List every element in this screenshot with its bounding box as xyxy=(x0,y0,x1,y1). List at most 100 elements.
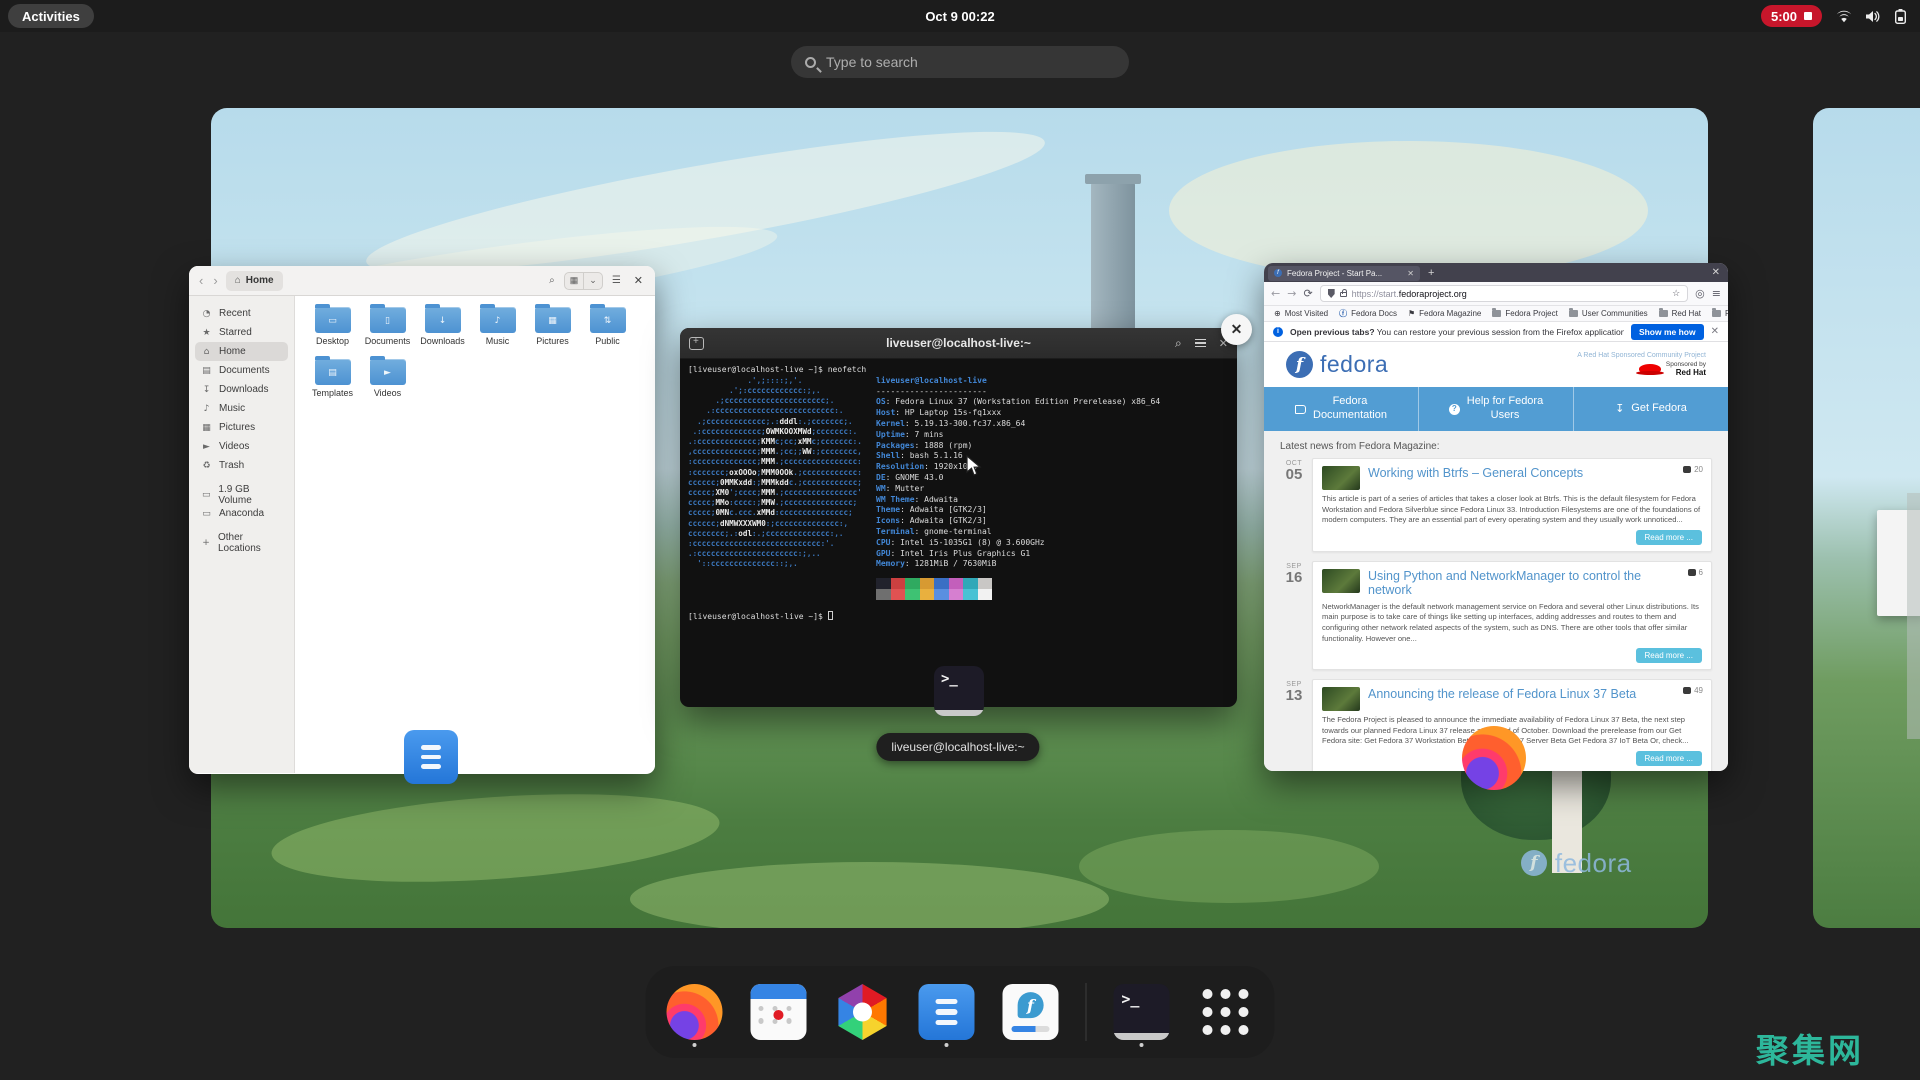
folder-item-templates[interactable]: ▤ Templates xyxy=(305,356,360,406)
firefox-window-close-icon[interactable]: ✕ xyxy=(1712,267,1724,278)
files-close-icon[interactable]: ✕ xyxy=(630,274,647,287)
site-nav-label: Get Fedora xyxy=(1631,402,1687,415)
prompt-glyph: >_ xyxy=(1121,989,1140,1008)
terminal-menu-icon[interactable] xyxy=(1194,338,1206,348)
dock-item-software[interactable] xyxy=(834,975,892,1049)
tab-close-icon[interactable]: ✕ xyxy=(1407,269,1414,278)
adjacent-workspace-thumbnail[interactable] xyxy=(1813,108,1920,928)
sidebar-item-videos[interactable]: ► Videos xyxy=(195,437,288,456)
terminal-search-icon[interactable]: ⌕ xyxy=(1175,336,1182,351)
article-title[interactable]: Working with Btrfs – General Concepts xyxy=(1368,466,1702,490)
url-bar[interactable]: https://start.fedoraproject.org ☆ xyxy=(1319,285,1689,302)
dock-item-terminal[interactable]: >_ xyxy=(1113,975,1171,1049)
bookmark-fedora-project[interactable]: Fedora Project xyxy=(1492,308,1558,318)
fedora-site-logo[interactable]: f fedora xyxy=(1286,351,1388,378)
article-card[interactable]: Using Python and NetworkManager to contr… xyxy=(1312,560,1712,671)
bookmark-red-hat[interactable]: Red Hat xyxy=(1658,308,1701,318)
article-title[interactable]: Using Python and NetworkManager to contr… xyxy=(1368,569,1702,598)
path-button[interactable]: ⌂ Home xyxy=(225,270,283,291)
sidebar-item-anaconda[interactable]: ▭ Anaconda xyxy=(195,504,288,523)
bookmark-fedora-docs[interactable]: ⓕ Fedora Docs xyxy=(1339,309,1397,318)
dock-item-firefox[interactable] xyxy=(666,975,724,1049)
files-search-icon[interactable]: ⌕ xyxy=(546,274,558,288)
firefox-app-badge[interactable] xyxy=(1462,726,1526,790)
folder-item-pictures[interactable]: ▦ Pictures xyxy=(525,304,580,354)
padlock-icon[interactable] xyxy=(1339,289,1347,297)
account-icon[interactable]: ◎ xyxy=(1695,288,1705,299)
terminal-content[interactable]: [liveuser@localhost-live ~]$ neofetch .'… xyxy=(680,359,1237,629)
read-more-button[interactable]: Read more ... xyxy=(1635,751,1702,766)
battery-icon[interactable] xyxy=(1895,8,1906,24)
sidebar-item-trash[interactable]: ♻ Trash xyxy=(195,456,288,475)
overview-search-bar[interactable]: Type to search xyxy=(791,46,1129,78)
folder-item-videos[interactable]: ► Videos xyxy=(360,356,415,406)
window-close-button[interactable]: ✕ xyxy=(1221,314,1252,345)
bookmark-free-content[interactable]: Free Content xyxy=(1712,308,1728,318)
article-card[interactable]: Working with Btrfs – General Concepts 20 T… xyxy=(1312,458,1712,552)
neofetch-label: WM xyxy=(876,483,886,493)
folder-item-public[interactable]: ⇅ Public xyxy=(580,304,635,354)
volume-icon[interactable] xyxy=(1866,10,1881,23)
back-icon[interactable]: ← xyxy=(1271,288,1280,299)
app-grid-icon xyxy=(1198,984,1254,1040)
back-icon[interactable]: ‹ xyxy=(197,274,205,287)
sidebar-item-pictures[interactable]: ▦ Pictures xyxy=(195,418,288,437)
sidebar-item-starred[interactable]: ★ Starred xyxy=(195,323,288,342)
folder-item-desktop[interactable]: ▭ Desktop xyxy=(305,304,360,354)
meadow-highlight xyxy=(630,862,1110,928)
browser-tab[interactable]: f Fedora Project - Start Pa... ✕ xyxy=(1268,265,1420,281)
sidebar-item-icon: ⌂ xyxy=(203,346,210,357)
dock-item-appgrid[interactable] xyxy=(1197,975,1255,1049)
show-me-how-button[interactable]: Show me how xyxy=(1630,323,1704,340)
folder-item-documents[interactable]: ▯ Documents xyxy=(360,304,415,354)
bookmark-fedora-magazine[interactable]: ⚑ Fedora Magazine xyxy=(1408,309,1481,318)
sidebar-item-documents[interactable]: ▤ Documents xyxy=(195,361,288,380)
reload-icon[interactable]: ⟳ xyxy=(1303,288,1312,299)
clock[interactable]: Oct 9 00:22 xyxy=(925,9,994,24)
tracking-shield-icon[interactable] xyxy=(1327,289,1335,298)
site-nav-get-fedora[interactable]: ↧ Get Fedora xyxy=(1574,387,1728,431)
firefox-window[interactable]: f Fedora Project - Start Pa... ✕ + ✕ ← →… xyxy=(1264,263,1728,771)
forward-icon[interactable]: › xyxy=(211,274,219,287)
bookmark-star-icon[interactable]: ☆ xyxy=(1672,288,1680,299)
folder-item-music[interactable]: ♪ Music xyxy=(470,304,525,354)
terminal-window[interactable]: liveuser@localhost-live:~ ⌕ ✕ [liveuser@… xyxy=(680,328,1237,707)
site-nav-help-for-fedora[interactable]: ? Help for Fedora Users xyxy=(1419,387,1574,431)
sidebar-item-downloads[interactable]: ↧ Downloads xyxy=(195,380,288,399)
read-more-button[interactable]: Read more ... xyxy=(1635,648,1702,664)
search-icon xyxy=(805,56,816,68)
dock-item-mediawriter[interactable]: f xyxy=(1002,975,1060,1049)
neofetch-info-line: OS: Fedora Linux 37 (Workstation Edition… xyxy=(876,397,1161,407)
article-title[interactable]: Announcing the release of Fedora Linux 3… xyxy=(1368,687,1702,711)
sidebar-item-1-9-gb-volume[interactable]: ▭ 1.9 GB Volume xyxy=(195,483,288,506)
terminal-app-badge[interactable]: >_ xyxy=(934,666,984,716)
bookmark-user-communities[interactable]: User Communities xyxy=(1568,308,1648,318)
view-toggle[interactable]: ▦ ⌄ xyxy=(563,271,603,290)
sidebar-item-other-locations[interactable]: + Other Locations xyxy=(195,532,288,554)
bookmark-most-visited[interactable]: ⊕ Most Visited xyxy=(1274,309,1328,318)
folder-icon xyxy=(1492,308,1502,317)
sidebar-item-music[interactable]: ♪ Music xyxy=(195,399,288,418)
sidebar-item-home[interactable]: ⌂ Home xyxy=(195,342,288,361)
new-tab-icon[interactable] xyxy=(689,336,704,350)
wifi-icon[interactable] xyxy=(1836,10,1852,23)
neofetch-info-line: Uptime: 7 mins xyxy=(876,429,944,439)
sidebar-item-recent[interactable]: ◔ Recent xyxy=(195,304,288,323)
sidebar-item-label: 1.9 GB Volume xyxy=(218,483,252,506)
notice-close-icon[interactable]: ✕ xyxy=(1711,326,1719,337)
activities-button[interactable]: Activities xyxy=(8,4,94,28)
read-more-button[interactable]: Read more ... xyxy=(1635,529,1702,545)
folder-label: Public xyxy=(595,336,620,346)
system-status-area[interactable]: 5:00 xyxy=(1760,0,1906,32)
dock-item-calendar[interactable] xyxy=(750,975,808,1049)
forward-icon[interactable]: → xyxy=(1287,288,1296,299)
files-menu-icon[interactable]: ☰ xyxy=(609,274,624,288)
recording-indicator[interactable]: 5:00 xyxy=(1760,5,1822,27)
dock-item-files[interactable] xyxy=(918,975,976,1049)
new-tab-button[interactable]: + xyxy=(1428,267,1434,279)
files-window[interactable]: ‹ › ⌂ Home ⌕ ▦ ⌄ ☰ ✕ ◔ Recent ★ Starred ⌂ Hom… xyxy=(189,266,655,774)
files-app-badge[interactable] xyxy=(404,730,458,784)
site-nav-fedora[interactable]: Fedora Documentation xyxy=(1264,387,1419,431)
menu-icon[interactable]: ≡ xyxy=(1712,288,1721,299)
folder-item-downloads[interactable]: ↓ Downloads xyxy=(415,304,470,354)
